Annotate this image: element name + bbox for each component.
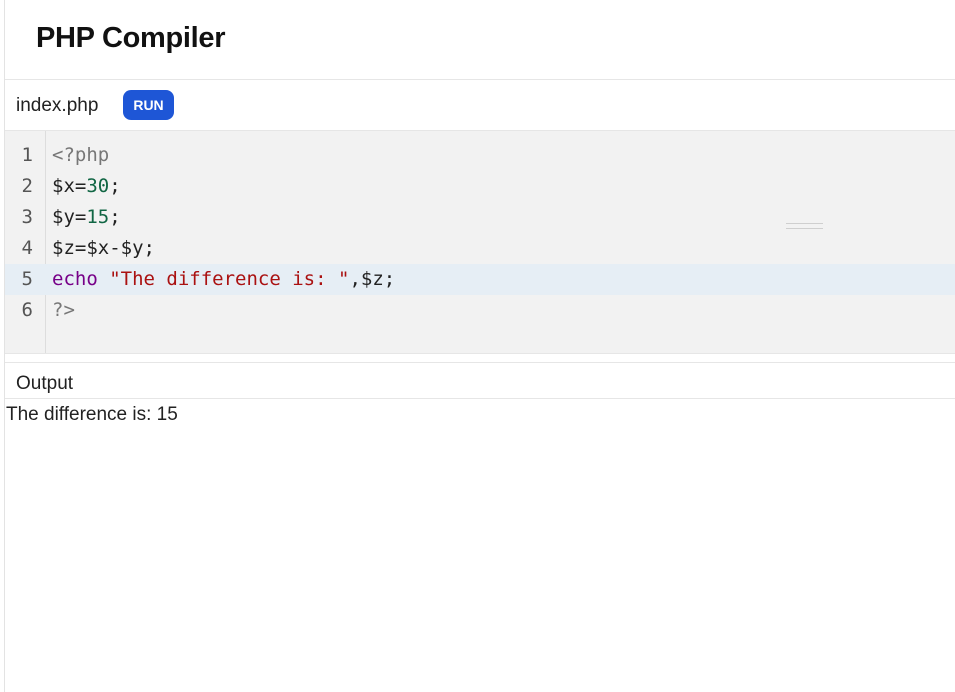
code-text[interactable]: $z=$x-$y; xyxy=(52,233,155,264)
code-token: 15 xyxy=(86,206,110,228)
line-number: 1 xyxy=(21,144,33,166)
code-token: ; xyxy=(109,206,121,228)
code-token: "The difference is: " xyxy=(109,268,350,290)
line-number: 6 xyxy=(21,299,33,321)
code-token: $z=$x-$y; xyxy=(52,237,155,259)
code-line[interactable]: 4 $z=$x-$y; xyxy=(5,233,955,264)
file-tab-index-php[interactable]: index.php xyxy=(16,95,98,117)
compiler-app: PHP Compiler index.php RUN 1 <?php 2 $x=30;… xyxy=(4,0,955,692)
code-token: <?php xyxy=(52,144,110,166)
code-line[interactable]: 5 echo "The difference is: ",$z; xyxy=(5,264,955,295)
code-editor[interactable]: 1 <?php 2 $x=30; 3 $y=15; 4 $z=$x-$y; 5 echo "The… xyxy=(5,131,955,354)
code-token: echo xyxy=(52,268,98,290)
code-token: ?> xyxy=(52,299,75,321)
code-line[interactable]: 2 $x=30; xyxy=(5,171,955,202)
resize-handle[interactable] xyxy=(786,223,823,229)
output-text: The difference is: 15 xyxy=(6,404,178,425)
run-button[interactable]: RUN xyxy=(123,90,174,120)
code-text[interactable]: echo "The difference is: ",$z; xyxy=(52,264,395,295)
code-text[interactable]: ?> xyxy=(52,295,75,326)
file-tabbar: index.php RUN xyxy=(5,80,955,131)
code-line[interactable]: 6 ?> xyxy=(5,295,955,326)
code-text[interactable]: $x=30; xyxy=(52,171,121,202)
code-token: $x= xyxy=(52,175,87,197)
line-number: 4 xyxy=(21,237,33,259)
page-header: PHP Compiler xyxy=(5,0,955,80)
code-token: $y= xyxy=(52,206,87,228)
line-number: 5 xyxy=(21,268,33,290)
code-text[interactable]: <?php xyxy=(52,140,109,171)
code-token: 30 xyxy=(86,175,110,197)
code-text[interactable]: $y=15; xyxy=(52,202,121,233)
line-number: 3 xyxy=(21,206,33,228)
output-header: Output xyxy=(5,362,955,399)
line-number: 2 xyxy=(21,175,33,197)
code-line[interactable]: 1 <?php xyxy=(5,140,955,171)
output-label: Output xyxy=(16,373,74,394)
code-token: ,$z; xyxy=(349,268,396,290)
page-title: PHP Compiler xyxy=(36,22,226,54)
code-token: ; xyxy=(109,175,121,197)
